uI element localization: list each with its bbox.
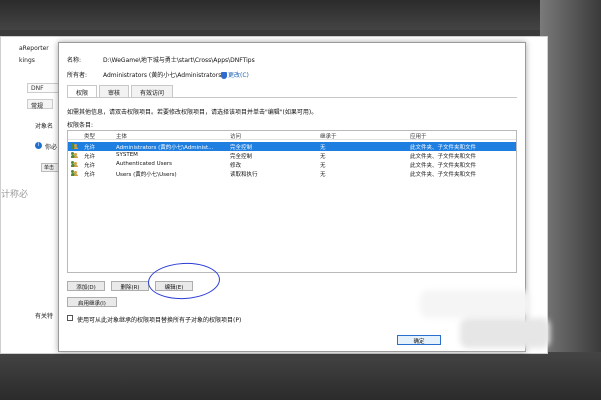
blur-patch: [420, 290, 530, 318]
table-row[interactable]: 允许 Authenticated Users 修改 无 此文件夹、子文件夹和文件: [68, 160, 516, 169]
background-bottom: [0, 352, 601, 400]
cell-principal: Authenticated Users: [116, 161, 173, 167]
cell-inherited: 无: [320, 154, 326, 160]
cell-applies: 此文件夹、子文件夹和文件: [410, 154, 477, 160]
side-button[interactable]: 单击: [41, 163, 59, 172]
dialog-tabs: 权限 审核 有效访问: [67, 85, 175, 98]
cell-applies: 此文件夹、子文件夹和文件: [410, 163, 477, 169]
change-owner-label: 更改(C): [228, 72, 249, 79]
cell-principal: Users (黄的小七\Users): [116, 172, 177, 178]
cell-access: 读取和执行: [230, 172, 258, 178]
owner-label: 所有者:: [67, 72, 88, 79]
cell-type: 允许: [84, 172, 96, 178]
remove-button[interactable]: 删除(R): [111, 281, 149, 291]
cell-principal: SYSTEM: [116, 152, 138, 158]
info-icon: i: [35, 142, 42, 149]
bottom-label: 有关特: [35, 313, 54, 320]
owner-value: Administrators (黄的小七\Administrators): [103, 72, 224, 79]
enable-inheritance-button[interactable]: 启用继承(I): [67, 297, 117, 307]
file-tab[interactable]: DNF: [27, 83, 61, 93]
cell-access: 完全控制: [230, 145, 253, 151]
table-row[interactable]: 允许 Users (黄的小七\Users) 读取和执行 无 此文件夹、子文件夹和…: [68, 169, 516, 178]
users-icon: [71, 170, 78, 176]
object-name-label: 对象名: [35, 123, 54, 130]
cell-type: 允许: [84, 145, 96, 151]
column-header-applies[interactable]: 应用于: [410, 132, 427, 140]
explorer-item[interactable]: kings: [19, 57, 35, 64]
column-header-principal[interactable]: 主体: [116, 132, 127, 140]
permission-entries-list[interactable]: 类型 主体 访问 继承于 应用于 允许 Administrators (黄的小七…: [67, 130, 517, 273]
tab-effective-access[interactable]: 有效访问: [131, 85, 174, 97]
entries-label: 权限条目:: [67, 122, 94, 129]
cell-access: 完全控制: [230, 154, 253, 160]
partial-text: 计称必: [1, 190, 29, 200]
info-text: 如需其他信息，请双击权限项目。若要修改权限项目，请选择该项目并单击"编辑"(如果…: [67, 109, 318, 116]
cell-inherited: 无: [320, 172, 326, 178]
cell-type: 允许: [84, 163, 96, 169]
shield-icon: [221, 72, 227, 79]
name-label: 名称:: [67, 57, 82, 64]
replace-child-permissions-label: 使用可从此对象继承的权限项目替换所有子对象的权限项目(P): [77, 317, 242, 324]
users-icon: [71, 161, 78, 167]
name-value: D:\WeGame\地下城与勇士\start\Cross\Apps\DNFTip…: [103, 57, 255, 64]
column-header-inherited[interactable]: 继承于: [320, 132, 337, 140]
cell-type: 允许: [84, 154, 96, 160]
column-header-access[interactable]: 访问: [230, 132, 241, 140]
table-row[interactable]: 允许 SYSTEM 完全控制 无 此文件夹、子文件夹和文件: [68, 151, 516, 160]
tab-general[interactable]: 常规: [27, 99, 53, 110]
users-icon: [71, 152, 78, 158]
background-top: [0, 0, 601, 30]
add-button[interactable]: 添加(D): [67, 281, 105, 291]
cell-inherited: 无: [320, 145, 326, 151]
file-tab-label: DNF: [31, 85, 44, 92]
cell-applies: 此文件夹、子文件夹和文件: [410, 172, 477, 178]
replace-child-permissions-checkbox[interactable]: [67, 315, 73, 321]
ok-button[interactable]: 确定: [397, 335, 441, 345]
change-owner-link[interactable]: 更改(C): [221, 70, 249, 79]
users-icon: [71, 143, 78, 149]
cell-inherited: 无: [320, 163, 326, 169]
tab-general-label: 常规: [31, 103, 44, 110]
cell-access: 修改: [230, 163, 242, 169]
cell-applies: 此文件夹、子文件夹和文件: [410, 145, 477, 151]
explorer-item[interactable]: aReporter: [19, 45, 49, 52]
list-header: 类型 主体 访问 继承于 应用于: [68, 131, 516, 140]
cell-principal: Administrators (黄的小七\Administ...: [116, 145, 214, 151]
column-header-type[interactable]: 类型: [84, 132, 95, 140]
info-text: 你必: [45, 144, 58, 151]
table-row[interactable]: 允许 Administrators (黄的小七\Administ... 完全控制…: [68, 142, 516, 151]
tab-auditing[interactable]: 审核: [99, 85, 130, 97]
tab-divider: [67, 97, 517, 98]
blur-patch: [460, 318, 550, 348]
